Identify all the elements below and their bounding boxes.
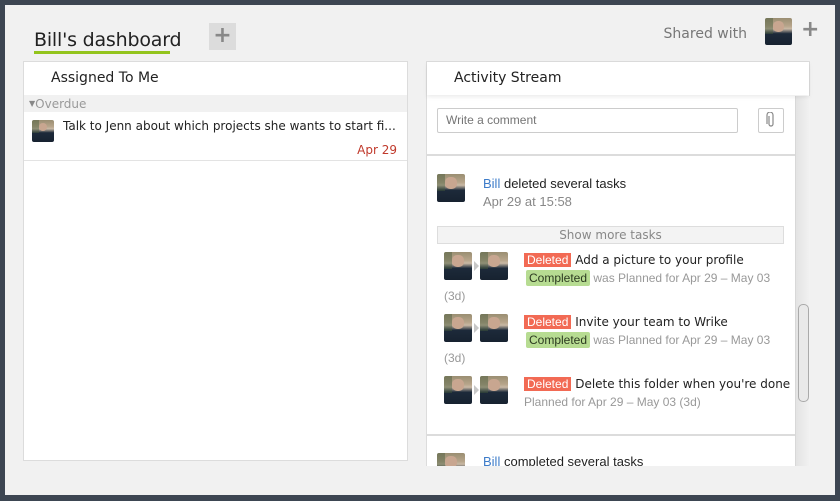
attach-button[interactable]	[758, 108, 784, 133]
completed-badge: Completed	[526, 270, 591, 286]
activity-event: Bill completed several tasks	[427, 436, 795, 466]
dashboard-window: Bill's dashboard + Shared with + Assigne…	[5, 5, 835, 495]
event-summary: Bill completed several tasks	[483, 454, 643, 466]
plus-icon: +	[801, 17, 820, 42]
task-due-date: Apr 29	[357, 143, 397, 157]
item-detail: was Planned for Apr 29 – May 03	[593, 333, 771, 347]
to-user-avatar	[480, 314, 508, 342]
user-link[interactable]: Bill	[483, 176, 500, 191]
activity-stream-widget: Activity Stream Bill deleted several tas…	[426, 61, 810, 466]
assignee-avatar	[32, 120, 54, 142]
assigned-to-me-widget: Assigned To Me ▼Overdue Talk to Jenn abo…	[23, 61, 408, 461]
group-toggle-overdue[interactable]: ▼Overdue	[24, 95, 407, 112]
stream-feed: Bill deleted several tasks Apr 29 at 15:…	[427, 96, 795, 466]
paperclip-icon	[766, 111, 774, 127]
deleted-badge: Deleted	[524, 377, 572, 391]
to-user-avatar	[480, 376, 508, 404]
event-time: Apr 29 at 15:58	[483, 194, 572, 209]
from-user-avatar	[444, 376, 472, 404]
event-action: completed several tasks	[503, 454, 644, 466]
shared-user-avatar[interactable]	[765, 18, 792, 45]
user-link[interactable]: Bill	[483, 454, 500, 466]
arrow-right-icon	[474, 385, 479, 395]
from-user-avatar	[444, 252, 472, 280]
group-label: Overdue	[35, 97, 87, 111]
widget-title: Assigned To Me	[51, 70, 159, 86]
item-detail-line: Completed was Planned for Apr 29 – May 0…	[526, 270, 771, 286]
item-detail: Planned for Apr 29 – May 03 (3d)	[524, 395, 701, 409]
add-dashboard-button[interactable]: +	[209, 23, 236, 50]
deleted-badge: Deleted	[524, 253, 572, 267]
event-summary: Bill deleted several tasks	[483, 176, 626, 191]
user-avatar	[437, 453, 465, 466]
stream-scrollbar[interactable]	[795, 96, 810, 466]
item-duration: (3d)	[444, 289, 466, 303]
item-duration: (3d)	[444, 351, 466, 365]
task-link[interactable]: Delete this folder when you're done	[575, 377, 790, 391]
item-title-line: Deleted Delete this folder when you're d…	[524, 377, 790, 391]
active-tab-indicator	[34, 51, 170, 54]
task-link[interactable]: Add a picture to your profile	[575, 253, 744, 267]
scrollbar-thumb[interactable]	[798, 304, 809, 402]
comment-composer	[427, 96, 795, 156]
item-title-line: Deleted Add a picture to your profile	[524, 253, 744, 267]
widget-title: Activity Stream	[427, 62, 809, 95]
comment-input[interactable]	[437, 108, 738, 133]
deleted-badge: Deleted	[524, 315, 572, 329]
user-avatar	[437, 174, 465, 202]
item-detail: was Planned for Apr 29 – May 03	[593, 271, 771, 285]
item-title-line: Deleted Invite your team to Wrike	[524, 315, 728, 329]
plus-icon: +	[213, 23, 232, 48]
task-link[interactable]: Invite your team to Wrike	[575, 315, 728, 329]
completed-badge: Completed	[526, 332, 591, 348]
event-action: deleted several tasks	[503, 176, 627, 191]
arrow-right-icon	[474, 261, 479, 271]
shared-with-label: Shared with	[663, 26, 747, 42]
task-title[interactable]: Talk to Jenn about which projects she wa…	[63, 119, 398, 133]
arrow-right-icon	[474, 323, 479, 333]
share-add-button[interactable]: +	[801, 17, 820, 42]
item-detail-line: Completed was Planned for Apr 29 – May 0…	[526, 332, 771, 348]
show-more-tasks-button[interactable]: Show more tasks	[437, 226, 784, 244]
task-row[interactable]: Talk to Jenn about which projects she wa…	[24, 112, 407, 161]
from-user-avatar	[444, 314, 472, 342]
activity-event: Bill deleted several tasks Apr 29 at 15:…	[427, 156, 795, 436]
dashboard-title-tab[interactable]: Bill's dashboard	[34, 29, 182, 51]
to-user-avatar	[480, 252, 508, 280]
